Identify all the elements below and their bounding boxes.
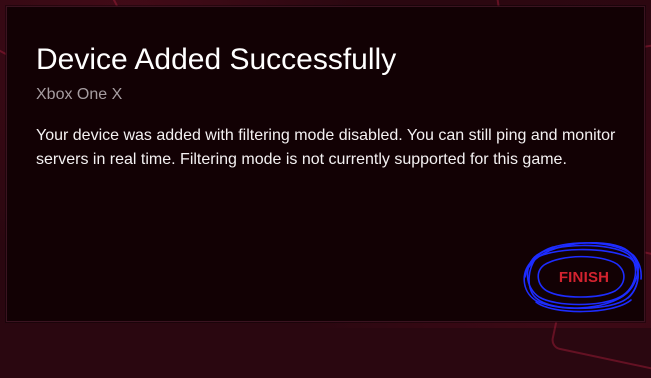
finish-button-area: FINISH bbox=[519, 237, 644, 317]
finish-button[interactable]: FINISH bbox=[547, 263, 621, 293]
device-name: Xbox One X bbox=[36, 86, 123, 103]
success-dialog: Device Added Successfully Xbox One X You… bbox=[6, 6, 645, 322]
dialog-title: Device Added Successfully bbox=[36, 43, 397, 76]
dialog-message: Your device was added with filtering mod… bbox=[36, 127, 616, 168]
